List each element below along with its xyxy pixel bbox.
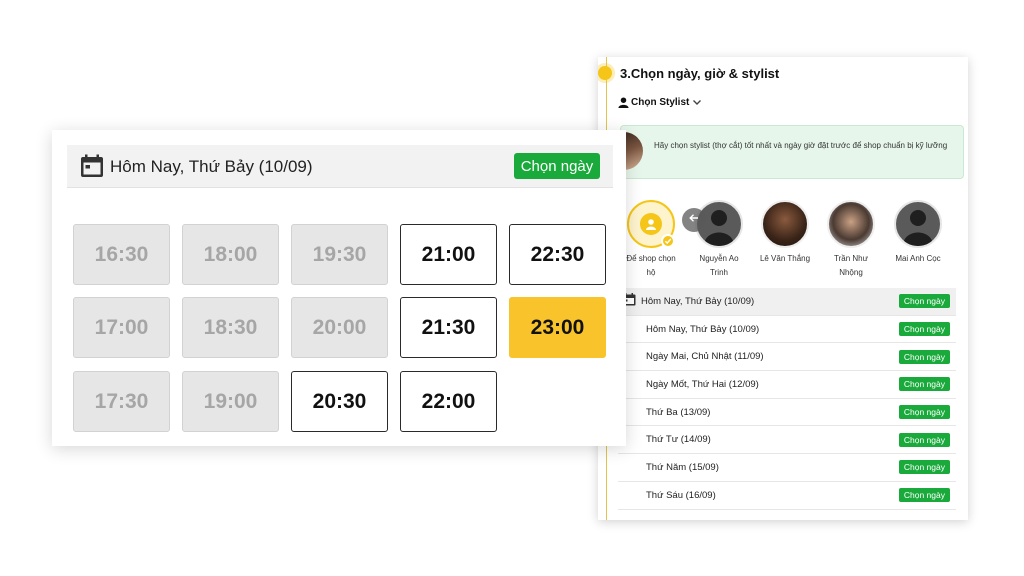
stylist-card[interactable]: Trần Như Nhộng	[818, 200, 884, 280]
time-slot[interactable]: 21:00	[400, 224, 497, 285]
time-slot[interactable]: 20:30	[291, 371, 388, 432]
step-indicator-dot	[598, 66, 612, 80]
choose-date-button[interactable]: Chọn ngày	[514, 153, 600, 179]
choose-date-button[interactable]: Chọn ngày	[898, 294, 950, 309]
stylist-name: Mai Anh Cọc	[895, 254, 941, 263]
choose-date-button[interactable]: Chọn ngày	[898, 488, 950, 503]
time-slot: 16:30	[73, 224, 170, 285]
stylist-name-line2: Nhộng	[839, 268, 863, 277]
stylist-shop-choose[interactable]: Để shop chọn hộ	[618, 200, 684, 280]
date-list-header[interactable]: Hôm Nay, Thứ Bảy (10/09) Chọn ngày	[618, 288, 956, 316]
arrow-left-icon	[688, 211, 700, 229]
time-slot: 17:00	[73, 297, 170, 358]
date-row[interactable]: Ngày Mốt, Thứ Hai (12/09) Chọn ngày	[618, 371, 956, 399]
stylist-name: Để shop chọn	[626, 254, 676, 263]
date-header-label: Hôm Nay, Thứ Bảy (10/09)	[641, 295, 755, 307]
calendar-icon	[80, 154, 104, 183]
time-slot[interactable]: 23:00	[509, 297, 606, 358]
date-row[interactable]: Ngày Mai, Chủ Nhật (11/09) Chọn ngày	[618, 343, 956, 372]
time-slot: 18:00	[182, 224, 279, 285]
date-label: Thứ Tư (14/09)	[646, 434, 711, 446]
date-label: Ngày Mai, Chủ Nhật (11/09)	[646, 351, 764, 363]
stylist-name: Trần Như	[834, 254, 868, 263]
time-slot: 19:30	[291, 224, 388, 285]
stylist-photo	[761, 200, 809, 248]
date-label: Ngày Mốt, Thứ Hai (12/09)	[646, 378, 759, 390]
stylist-name: Lê Văn Thắng	[759, 254, 811, 263]
default-avatar-icon	[894, 200, 942, 248]
stylist-name-line2: hộ	[646, 268, 656, 277]
choose-stylist-toggle[interactable]: Chọn Stylist	[618, 96, 703, 108]
date-label: Thứ Sáu (16/09)	[646, 489, 716, 501]
stylist-card[interactable]: Lê Văn Thắng	[752, 200, 818, 266]
shop-choose-avatar	[627, 200, 675, 248]
time-slot[interactable]: 21:30	[400, 297, 497, 358]
stylist-carousel: Để shop chọn hộ Nguyễn Ao Trinh Lê Văn Thắ…	[620, 200, 965, 285]
stylist-photo	[827, 200, 875, 248]
time-slot[interactable]: 22:00	[400, 371, 497, 432]
booking-panel: 3.Chọn ngày, giờ & stylist Chọn Stylist …	[598, 57, 968, 520]
time-slot[interactable]: 22:30	[509, 224, 606, 285]
date-title: Hôm Nay, Thứ Bảy (10/09)	[110, 157, 313, 176]
choose-date-button[interactable]: Chọn ngày	[898, 460, 950, 475]
stylist-name-line2: Trinh	[710, 268, 728, 277]
date-list: Hôm Nay, Thứ Bảy (10/09) Chọn ngày Hôm N…	[618, 288, 956, 510]
stylist-name: Nguyễn Ao	[699, 254, 739, 263]
time-slot: 18:30	[182, 297, 279, 358]
date-label: Thứ Ba (13/09)	[646, 406, 711, 418]
choose-date-button[interactable]: Chọn ngày	[898, 377, 950, 392]
user-icon	[618, 96, 629, 108]
date-label: Hôm Nay, Thứ Bảy (10/09)	[646, 323, 760, 335]
notice-text: Hãy chọn stylist (thợ cắt) tốt nhất và n…	[654, 141, 948, 150]
choose-date-button[interactable]: Chọn ngày	[898, 322, 950, 337]
date-row[interactable]: Thứ Sáu (16/09) Chọn ngày	[618, 482, 956, 510]
date-label: Thứ Năm (15/09)	[646, 461, 719, 473]
choose-stylist-label: Chọn Stylist	[631, 96, 690, 108]
time-slot: 20:00	[291, 297, 388, 358]
chevron-down-icon	[691, 96, 703, 108]
carousel-prev-button[interactable]	[682, 208, 706, 232]
check-icon	[661, 234, 675, 248]
choose-date-button[interactable]: Chọn ngày	[898, 349, 950, 364]
time-slot: 19:00	[182, 371, 279, 432]
date-row[interactable]: Thứ Tư (14/09) Chọn ngày	[618, 426, 956, 455]
user-circle-icon	[640, 213, 662, 235]
date-row[interactable]: Thứ Ba (13/09) Chọn ngày	[618, 399, 956, 427]
time-slot-panel: Hôm Nay, Thứ Bảy (10/09) Chọn ngày 16:30…	[52, 130, 626, 446]
stylist-notice: Hãy chọn stylist (thợ cắt) tốt nhất và n…	[620, 125, 964, 179]
stylist-card[interactable]: Mai Anh Cọc	[885, 200, 951, 266]
date-row[interactable]: Hôm Nay, Thứ Bảy (10/09) Chọn ngày	[618, 316, 956, 344]
date-row[interactable]: Thứ Năm (15/09) Chọn ngày	[618, 454, 956, 482]
choose-date-button[interactable]: Chọn ngày	[898, 432, 950, 447]
date-header: Hôm Nay, Thứ Bảy (10/09) Chọn ngày	[67, 145, 613, 188]
choose-date-button[interactable]: Chọn ngày	[898, 405, 950, 420]
step-title: 3.Chọn ngày, giờ & stylist	[620, 66, 780, 81]
time-slot: 17:30	[73, 371, 170, 432]
